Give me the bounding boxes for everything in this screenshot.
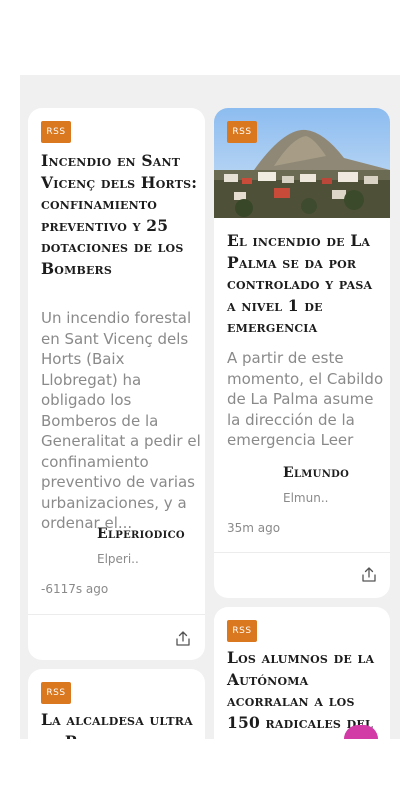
card-title[interactable]: La alcaldesa ultra de Ripoll [41,709,199,739]
rss-badge: RSS [227,121,257,143]
rss-badge: RSS [41,121,71,143]
timestamp: 35m ago [227,521,281,535]
news-card[interactable]: RSS La alcaldesa ultra de Ripoll [28,669,205,739]
source-name: Elperiodico [97,526,185,542]
news-feed: RSS Incendio en Sant Vicenç dels Horts: … [20,75,400,739]
timestamp: -6117s ago [41,582,109,596]
rss-badge: RSS [41,682,71,704]
share-icon[interactable] [360,566,378,584]
source-short-name: Elmun.. [283,491,329,505]
divider [214,552,390,553]
card-summary: Un incendio forestal en Sant Vicenç dels… [41,309,201,532]
source-short-name: Elperi.. [97,552,139,566]
card-title[interactable]: El incendio de La Palma se da por contro… [227,230,385,338]
news-card[interactable]: RSS Los alumnos de la Autónoma acorralan… [214,607,390,739]
card-title[interactable]: Los alumnos de la Autónoma acorralan a l… [227,647,385,733]
card-summary: A partir de este momento, el Cabildo de … [227,349,384,449]
share-icon[interactable] [174,630,192,648]
news-card[interactable]: RSS Incendio en Sant Vicenç dels Horts: … [28,108,205,660]
rss-badge: RSS [227,620,257,642]
divider [28,614,205,615]
source-name: Elmundo [283,465,350,481]
card-title[interactable]: Incendio en Sant Vicenç dels Horts: conf… [41,150,199,279]
news-card[interactable]: RSS El incendio de La Palma se da por co… [214,108,390,598]
